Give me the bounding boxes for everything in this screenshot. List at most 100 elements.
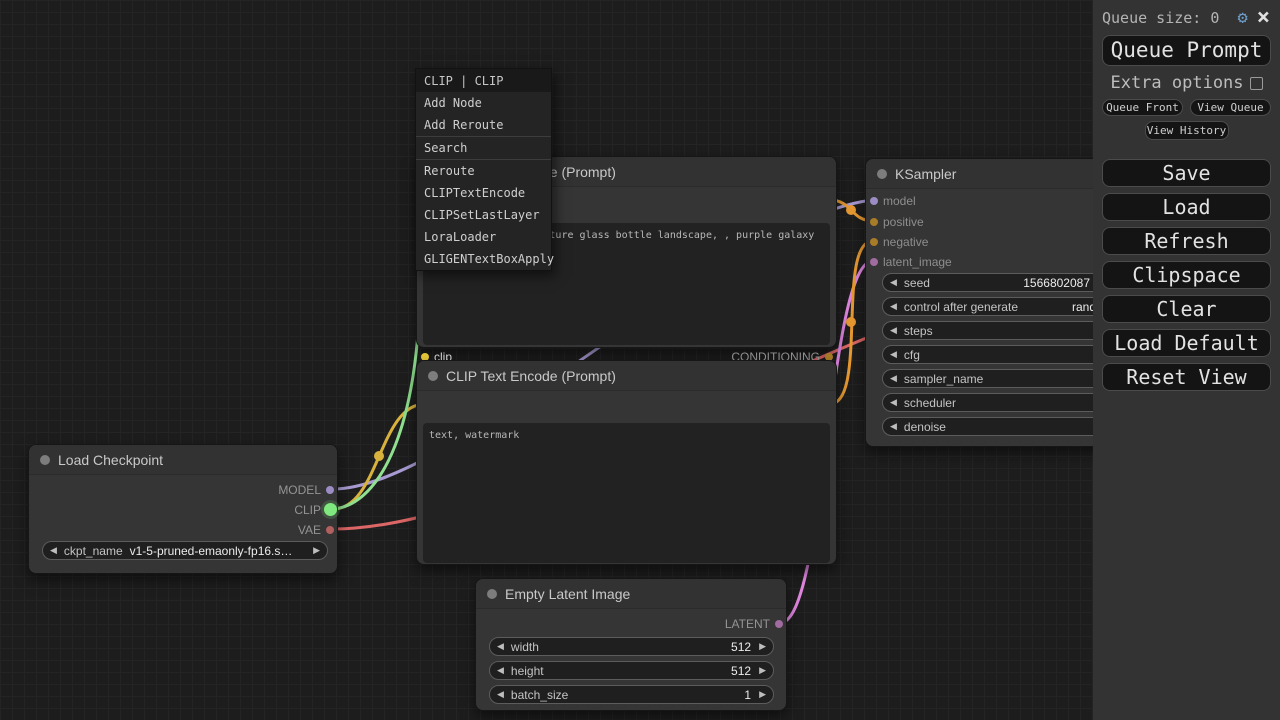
decrement-icon[interactable]: ◀ [890,273,897,292]
menu-item-clipsetlastlayer[interactable]: CLIPSetLastLayer [416,204,551,226]
widget-name: denoise [904,420,946,434]
node-empty-latent-image: Empty Latent Image LATENT ◀ width 512 ▶ … [475,578,787,711]
width-widget[interactable]: ◀ width 512 ▶ [489,637,774,656]
node-title-bar[interactable]: Load Checkpoint [29,445,337,475]
save-button[interactable]: Save [1102,159,1271,187]
view-queue-button[interactable]: View Queue [1190,99,1271,116]
collapse-dot[interactable] [877,169,887,179]
widget-name: ckpt_name [64,544,123,558]
clear-button[interactable]: Clear [1102,295,1271,323]
model-output-slot[interactable] [326,486,334,494]
decrement-icon[interactable]: ◀ [890,393,897,412]
positive-input-slot[interactable] [870,218,878,226]
decrement-icon[interactable]: ◀ [497,685,504,704]
widget-name: control after generate [904,300,1018,314]
control-after-generate-widget[interactable]: ◀ control after generate randomize [882,297,1106,316]
ckpt-name-widget[interactable]: ◀ ckpt_name v1-5-pruned-emaonly-fp16.s… … [42,541,328,560]
widget-name: scheduler [904,396,956,410]
clip-output-slot[interactable] [324,503,337,516]
increment-icon[interactable]: ▶ [759,685,766,704]
widget-value: 1566802087 [1023,276,1090,290]
collapse-dot[interactable] [487,589,497,599]
menu-item-gligentextboxapply[interactable]: GLIGENTextBoxApply [416,248,551,270]
decrement-icon[interactable]: ◀ [890,321,897,340]
context-menu: CLIP | CLIP Add Node Add Reroute Search … [415,68,552,271]
negative-input-slot[interactable] [870,238,878,246]
load-default-button[interactable]: Load Default [1102,329,1271,357]
widget-name: seed [904,276,930,290]
widget-value: v1-5-pruned-emaonly-fp16.s… [130,544,293,558]
menu-item-cliptextencode[interactable]: CLIPTextEncode [416,182,551,204]
extra-options-checkbox[interactable] [1250,77,1263,90]
latent-output-slot[interactable] [775,620,783,628]
link-midpoint-positive [846,205,856,215]
increment-icon[interactable]: ▶ [759,661,766,680]
reset-view-button[interactable]: Reset View [1102,363,1271,391]
load-button[interactable]: Load [1102,193,1271,221]
decrement-icon[interactable]: ◀ [890,345,897,364]
cfg-widget[interactable]: ◀ cfg [882,345,1106,364]
widget-value: 512 [731,640,751,654]
node-title-bar[interactable]: KSampler [866,159,1129,189]
menu-item-loraloader[interactable]: LoraLoader [416,226,551,248]
vae-output-slot[interactable] [326,526,334,534]
clip-output-label: CLIP [294,502,321,518]
wire-clip-dragging [333,278,420,509]
model-input-label: model [883,194,916,208]
negative-input-label: negative [883,235,928,249]
clipspace-button[interactable]: Clipspace [1102,261,1271,289]
prev-option-icon[interactable]: ◀ [50,541,57,560]
decrement-icon[interactable]: ◀ [890,417,897,436]
denoise-widget[interactable]: ◀ denoise [882,417,1106,436]
increment-icon[interactable]: ▶ [759,637,766,656]
prompt-textarea[interactable]: text, watermark [423,423,830,563]
decrement-icon[interactable]: ◀ [890,297,897,316]
comfy-menu-panel: Queue size: 0 ⚙ × Queue Prompt Extra opt… [1093,0,1280,720]
sampler-name-widget[interactable]: ◀ sampler_name [882,369,1106,388]
latent-output-label: LATENT [725,616,770,632]
scheduler-widget[interactable]: ◀ scheduler [882,393,1106,412]
close-icon[interactable]: × [1257,10,1270,26]
widget-name: steps [904,324,933,338]
steps-widget[interactable]: ◀ steps [882,321,1106,340]
node-title-bar[interactable]: Empty Latent Image [476,579,786,609]
seed-widget[interactable]: ◀ seed 1566802087 [882,273,1106,292]
node-title: KSampler [895,166,956,182]
widget-name: height [511,664,544,678]
batch-size-widget[interactable]: ◀ batch_size 1 ▶ [489,685,774,704]
queue-prompt-button[interactable]: Queue Prompt [1102,35,1271,66]
collapse-dot[interactable] [428,371,438,381]
gear-icon[interactable]: ⚙ [1238,8,1248,28]
queue-front-button[interactable]: Queue Front [1102,99,1183,116]
model-output-label: MODEL [278,482,321,498]
next-option-icon[interactable]: ▶ [313,541,320,560]
decrement-icon[interactable]: ◀ [890,369,897,388]
positive-input-label: positive [883,215,924,229]
context-menu-title: CLIP | CLIP [416,69,551,92]
widget-value: 512 [731,664,751,678]
queue-size-label: Queue size: 0 [1102,9,1219,27]
view-history-button[interactable]: View History [1145,121,1229,140]
menu-item-reroute[interactable]: Reroute [416,160,551,182]
widget-name: batch_size [511,688,568,702]
decrement-icon[interactable]: ◀ [497,637,504,656]
menu-item-add-node[interactable]: Add Node [416,92,551,114]
menu-item-search[interactable]: Search [416,137,551,159]
decrement-icon[interactable]: ◀ [497,661,504,680]
link-midpoint-clip [374,451,384,461]
height-widget[interactable]: ◀ height 512 ▶ [489,661,774,680]
node-title: Load Checkpoint [58,452,163,468]
node-clip-text-encode-negative: CLIP Text Encode (Prompt) clip CONDITION… [416,360,837,565]
latent-input-slot[interactable] [870,258,878,266]
widget-name: cfg [904,348,920,362]
link-midpoint-negative [846,317,856,327]
refresh-button[interactable]: Refresh [1102,227,1271,255]
node-title: Empty Latent Image [505,586,630,602]
node-title-bar[interactable]: CLIP Text Encode (Prompt) [417,361,836,391]
widget-value: 1 [744,688,751,702]
model-input-slot[interactable] [870,197,878,205]
collapse-dot[interactable] [40,455,50,465]
extra-options-label: Extra options [1110,73,1243,93]
widget-name: sampler_name [904,372,983,386]
menu-item-add-reroute[interactable]: Add Reroute [416,114,551,136]
